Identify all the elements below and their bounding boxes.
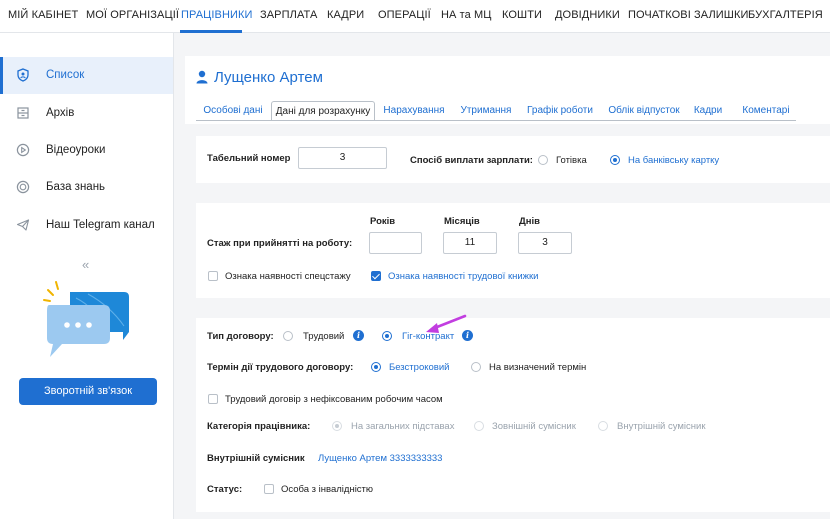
tab-hr[interactable]: Кадри <box>692 101 724 121</box>
tabs-divider <box>196 120 796 121</box>
unfixed-hours-checkbox[interactable] <box>208 394 218 404</box>
days-input[interactable]: 3 <box>518 232 572 254</box>
payment-method-label: Спосіб виплати зарплати: <box>410 155 533 166</box>
contract-panel <box>196 318 830 512</box>
nav-salary[interactable]: ЗАРПЛАТА <box>260 9 317 21</box>
months-label: Місяців <box>444 216 480 227</box>
nav-accounting[interactable]: БУХГАЛТЕРІЯ <box>748 9 823 21</box>
special-experience-checkbox[interactable] <box>208 271 218 281</box>
disability-label: Особа з інвалідністю <box>281 484 374 495</box>
sidebar-item-video-lessons[interactable]: Відеоуроки <box>0 132 173 169</box>
internal-part-time-label: Внутрішній сумісник <box>617 421 706 432</box>
indefinite-term-radio[interactable] <box>371 362 381 372</box>
sidebar-item-label: База знань <box>46 181 106 193</box>
sidebar-item-label: Наш Telegram канал <box>46 219 155 231</box>
feedback-button[interactable]: Зворотній зв'язок <box>19 378 157 405</box>
disability-checkbox[interactable] <box>264 484 274 494</box>
bank-card-radio[interactable] <box>610 155 620 165</box>
sidebar-item-label: Список <box>46 69 85 81</box>
user-icon <box>196 70 208 84</box>
archive-icon <box>17 107 29 119</box>
employment-contract-label: Трудовий <box>303 331 345 342</box>
tab-deductions[interactable]: Утримання <box>457 101 515 121</box>
cash-radio[interactable] <box>538 155 548 165</box>
gig-contract-radio[interactable] <box>382 331 392 341</box>
unfixed-hours-label: Трудовий договір з нефіксованим робочим … <box>225 394 443 405</box>
tab-work-schedule[interactable]: Графік роботи <box>525 101 595 121</box>
tab-vacation-records[interactable]: Облік відпусток <box>606 101 682 121</box>
fixed-term-radio[interactable] <box>471 362 481 372</box>
employment-contract-radio[interactable] <box>283 331 293 341</box>
chat-bubbles-illustration <box>43 281 129 357</box>
nav-opening-balances[interactable]: ПОЧАТКОВІ ЗАЛИШКИ <box>628 9 748 21</box>
experience-panel <box>196 203 830 298</box>
top-navigation: МІЙ КАБІНЕТ МОЇ ОРГАНІЗАЦІЇ ПРАЦІВНИКИ З… <box>0 0 830 33</box>
nav-my-organizations[interactable]: МОЇ ОРГАНІЗАЦІЇ <box>86 9 179 21</box>
telegram-icon <box>16 219 30 231</box>
nav-operations[interactable]: ОПЕРАЦІЇ <box>378 9 431 21</box>
employee-category-label: Категорія працівника: <box>207 421 311 432</box>
active-indicator <box>0 57 3 94</box>
months-input[interactable]: 11 <box>443 232 497 254</box>
internal-part-time-radio[interactable] <box>598 421 608 431</box>
general-basis-label: На загальних підставах <box>351 421 455 432</box>
internal-part-time-field-label: Внутрішній сумісник <box>207 453 305 464</box>
info-icon[interactable]: i <box>353 330 364 341</box>
sidebar-item-list[interactable]: Список <box>0 57 173 94</box>
nav-directories[interactable]: ДОВІДНИКИ <box>555 9 620 21</box>
shield-icon <box>17 68 29 82</box>
sidebar-item-label: Архів <box>46 107 75 119</box>
sidebar: Список Архів Відеоуроки База знань Наш T… <box>0 33 174 519</box>
tab-personal-data[interactable]: Особові дані <box>200 101 266 121</box>
sidebar-item-knowledge-base[interactable]: База знань <box>0 169 173 206</box>
workbook-label: Ознака наявності трудової книжки <box>388 271 539 282</box>
tab-comments[interactable]: Коментарі <box>739 101 793 121</box>
general-basis-radio[interactable] <box>332 421 342 431</box>
bank-card-label: На банківську картку <box>628 155 720 166</box>
contract-term-label: Термін дії трудового договору: <box>207 362 354 373</box>
external-part-time-label: Зовнішній сумісник <box>492 421 576 432</box>
contract-type-label: Тип договору: <box>207 331 274 342</box>
tab-accruals[interactable]: Нарахування <box>381 101 447 121</box>
nav-assets[interactable]: НА та МЦ <box>441 9 492 21</box>
annotation-arrow-icon <box>426 314 467 333</box>
years-label: Років <box>370 216 396 227</box>
globe-icon <box>16 180 30 194</box>
nav-hr[interactable]: КАДРИ <box>327 9 364 21</box>
play-icon <box>16 143 30 157</box>
sidebar-item-archive[interactable]: Архів <box>0 95 173 132</box>
sidebar-item-label: Відеоуроки <box>46 144 106 156</box>
tab-calculation-data[interactable]: Дані для розрахунку <box>271 101 375 121</box>
nav-funds[interactable]: КОШТИ <box>502 9 542 21</box>
nav-employees[interactable]: ПРАЦІВНИКИ <box>181 9 253 21</box>
active-nav-indicator <box>180 30 242 33</box>
days-label: Днів <box>519 216 540 227</box>
employee-name-title: Лущенко Артем <box>214 69 323 86</box>
tab-number-input[interactable]: 3 <box>298 147 387 169</box>
special-experience-label: Ознака наявності спецстажу <box>225 271 351 282</box>
sidebar-item-telegram[interactable]: Наш Telegram канал <box>0 207 173 244</box>
workbook-checkbox[interactable] <box>371 271 381 281</box>
fixed-term-label: На визначений термін <box>489 362 587 373</box>
internal-part-time-link[interactable]: Лущенко Артем 3333333333 <box>318 453 442 464</box>
indefinite-term-label: Безстроковий <box>389 362 450 373</box>
cash-label: Готівка <box>556 155 587 166</box>
tab-number-label: Табельний номер <box>207 153 291 164</box>
external-part-time-radio[interactable] <box>474 421 484 431</box>
nav-my-cabinet[interactable]: МІЙ КАБІНЕТ <box>8 9 78 21</box>
experience-label: Стаж при прийнятті на роботу: <box>207 238 353 249</box>
status-label: Статус: <box>207 484 243 495</box>
years-input[interactable] <box>369 232 422 254</box>
collapse-sidebar-icon[interactable]: « <box>82 257 89 272</box>
